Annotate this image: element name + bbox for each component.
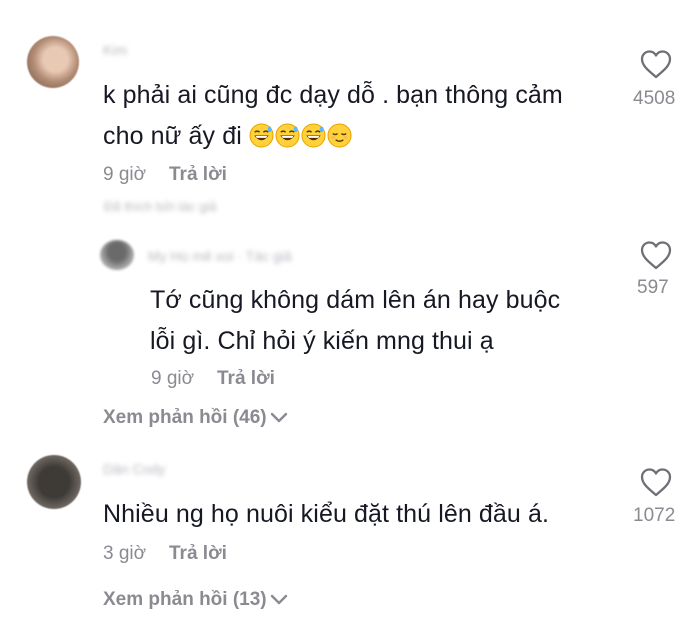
comment-text: Nhiều ng họ nuôi kiểu đặt thú lên đầu á.	[103, 494, 549, 535]
like-button[interactable]	[637, 49, 675, 83]
comment-text: k phải ai cũng đc dạy dỗ . bạn thông cảm…	[103, 75, 563, 157]
view-replies-label: Xem phản hồi (46)	[103, 407, 267, 428]
comment-time: 3 giờ	[103, 543, 147, 564]
reply-button[interactable]: Trả lời	[169, 164, 227, 186]
grinning-sweat-face-icon	[249, 123, 274, 148]
avatar[interactable]	[27, 455, 81, 509]
author-tag: · Tác giả	[237, 248, 292, 264]
avatar[interactable]	[100, 240, 134, 270]
heart-outline-icon	[640, 468, 672, 497]
reply-time: 9 giờ	[151, 368, 195, 389]
liked-by-author-label: Đã thích bởi tác giả	[104, 199, 217, 214]
like-button[interactable]	[637, 240, 675, 274]
heart-outline-icon	[640, 50, 672, 79]
relieved-face-icon	[327, 123, 352, 148]
reply-button[interactable]: Trả lời	[169, 543, 227, 565]
reply-username-text: My Hú mê xoi	[148, 248, 234, 264]
like-count: 1072	[633, 505, 676, 526]
like-count: 4508	[633, 88, 676, 109]
emoji-group	[249, 122, 353, 150]
like-count: 597	[637, 277, 669, 298]
grinning-sweat-face-icon	[275, 123, 300, 148]
comment-text-line: cho nữ ấy đi	[103, 116, 563, 157]
grinning-sweat-face-icon	[301, 123, 326, 148]
heart-outline-icon	[640, 241, 672, 270]
comment-text-line: k phải ai cũng đc dạy dỗ . bạn thông cảm	[103, 81, 563, 109]
comment-text-fragment: cho nữ ấy đi	[103, 122, 242, 150]
comment-text-line: Nhiều ng họ nuôi kiểu đặt thú lên đầu á.	[103, 500, 550, 528]
close-icon[interactable]	[645, 0, 673, 8]
view-replies-button[interactable]: Xem phản hồi (46)	[103, 407, 289, 429]
reply-text-line: Tớ cũng không dám lên án hay buộc	[150, 286, 561, 314]
like-button[interactable]	[637, 467, 675, 501]
reply-button[interactable]: Trả lời	[217, 368, 275, 390]
reply-text: Tớ cũng không dám lên án hay buộc lỗi gì…	[150, 280, 560, 362]
comment-time: 9 giờ	[103, 164, 147, 185]
reply-username[interactable]: My Hú mê xoi · Tác giả	[148, 248, 292, 264]
view-replies-button[interactable]: Xem phản hồi (13)	[103, 589, 289, 611]
reply-text-line: lỗi gì. Chỉ hỏi ý kiến mng thui ạ	[150, 327, 494, 355]
chevron-down-icon	[270, 594, 287, 605]
avatar[interactable]	[27, 36, 79, 88]
comment-username[interactable]: Dân Cody	[103, 461, 165, 477]
view-replies-label: Xem phản hồi (13)	[103, 589, 267, 610]
comment-username[interactable]: Kim	[103, 42, 127, 58]
chevron-down-icon	[270, 412, 287, 423]
